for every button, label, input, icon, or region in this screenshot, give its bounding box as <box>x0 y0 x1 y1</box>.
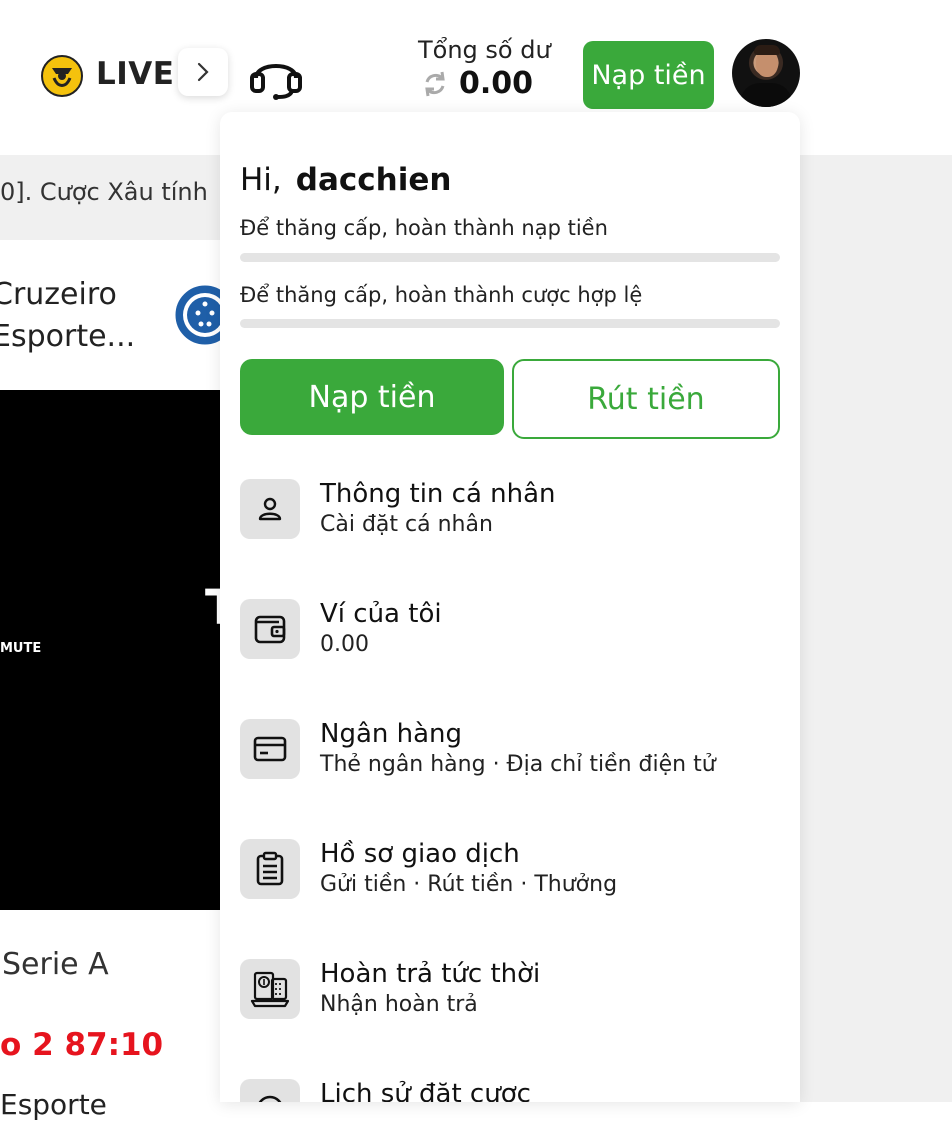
menu-item-subtitle: Thẻ ngân hàng · Địa chỉ tiền điện tử <box>320 752 716 777</box>
withdraw-button[interactable]: Rút tiền <box>512 359 780 439</box>
menu-item-title: Thông tin cá nhân <box>320 479 556 509</box>
menu-item-bank[interactable]: Ngân hàng Thẻ ngân hàng · Địa chỉ tiền đ… <box>240 719 780 789</box>
refresh-icon[interactable] <box>422 70 448 98</box>
league-name: Serie A <box>2 947 109 982</box>
team-name: Cruzeiro Esporte... <box>0 274 135 358</box>
live-logo-icon[interactable] <box>40 54 84 98</box>
user-icon <box>258 497 282 521</box>
header-deposit-button[interactable]: Nạp tiền <box>583 41 714 109</box>
menu-item-title: Hồ sơ giao dịch <box>320 839 520 869</box>
headset-support-icon[interactable] <box>248 48 304 100</box>
match-score-time: o 2 87:10 <box>0 1027 164 1063</box>
menu-item-subtitle: 0.00 <box>320 632 369 657</box>
menu-item-title: Ngân hàng <box>320 719 463 749</box>
deposit-progress-bar <box>240 253 780 262</box>
live-label[interactable]: LIVE <box>96 56 174 92</box>
bet-progress-bar <box>240 319 780 328</box>
wallet-icon <box>254 615 286 644</box>
menu-item-rebate[interactable]: Hoàn trả tức thời Nhận hoàn trả <box>240 959 780 1029</box>
deposit-progress-label: Để thăng cấp, hoàn thành nạp tiền <box>240 216 608 240</box>
chevron-right-icon <box>197 62 209 82</box>
avatar[interactable] <box>732 39 800 107</box>
menu-item-subtitle: Gửi tiền · Rút tiền · Thưởng <box>320 872 618 897</box>
menu-item-wallet[interactable]: Ví của tôi 0.00 <box>240 599 780 669</box>
greeting: Hi, dacchien <box>240 162 451 198</box>
ticker-text: 0]. Cược Xâu tính <box>0 178 208 206</box>
greeting-hi: Hi, <box>240 162 282 198</box>
menu-item-title: Lịch sử đặt cược <box>320 1079 531 1102</box>
menu-item-profile[interactable]: Thông tin cá nhân Cài đặt cá nhân <box>240 479 780 549</box>
clipboard-icon <box>256 851 284 886</box>
menu-item-title: Ví của tôi <box>320 599 442 629</box>
history-icon <box>258 1095 282 1102</box>
menu-item-bet-history[interactable]: Lịch sử đặt cược <box>240 1079 780 1102</box>
bet-progress-label: Để thăng cấp, hoàn thành cược hợp lệ <box>240 283 643 307</box>
mute-label[interactable]: MUTE <box>0 641 41 656</box>
balance-value: 0.00 <box>459 66 534 101</box>
menu-item-transactions[interactable]: Hồ sơ giao dịch Gửi tiền · Rút tiền · Th… <box>240 839 780 909</box>
rebate-icon <box>250 971 290 1008</box>
background-area <box>800 155 952 1102</box>
menu-item-title: Hoàn trả tức thời <box>320 959 541 989</box>
username: dacchien <box>295 162 452 198</box>
menu-item-subtitle: Cài đặt cá nhân <box>320 512 493 537</box>
account-dropdown: Hi, dacchien Để thăng cấp, hoàn thành nạp… <box>220 112 800 1102</box>
deposit-button[interactable]: Nạp tiền <box>240 359 504 435</box>
team-name-line1: Cruzeiro <box>0 277 117 312</box>
menu-item-subtitle: Nhận hoàn trả <box>320 992 478 1017</box>
team-name-line2: Esporte... <box>0 319 136 354</box>
balance-label: Tổng số dư <box>418 36 551 64</box>
expand-button[interactable] <box>178 48 228 96</box>
card-icon <box>253 736 287 762</box>
next-team-name: Esporte <box>0 1088 107 1121</box>
